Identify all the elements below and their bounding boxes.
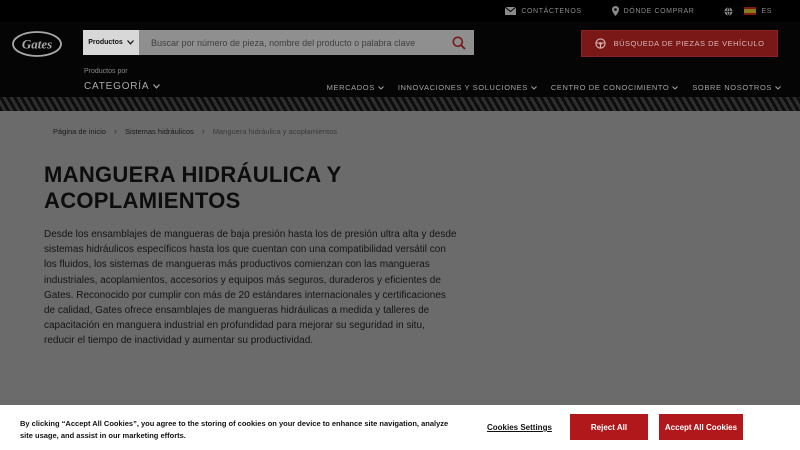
decorative-stripe [0,97,800,111]
nav-label: INNOVACIONES Y SOLUCIONES [397,83,528,92]
accept-all-cookies-button[interactable]: Accept All Cookies [659,414,743,440]
breadcrumb-home[interactable]: Página de inicio [53,127,106,136]
chevron-right-icon: › [113,126,117,136]
chevron-down-icon [672,85,679,90]
logo-text: Gates [22,37,52,52]
language-label: ES [761,7,772,15]
steering-wheel-icon [594,38,606,49]
where-to-buy-label: DÓNDE COMPRAR [623,7,695,15]
vehicle-parts-search-button[interactable]: BÚSQUEDA DE PIEZAS DE VEHÍCULO [581,30,778,57]
chevron-down-icon [377,85,384,90]
chevron-right-icon: › [201,126,205,136]
category-menu[interactable]: CATEGORÍA [84,81,161,92]
breadcrumb-current: Manguera hidráulica y acoplamientos [212,126,337,136]
reject-all-button[interactable]: Reject All [570,414,648,440]
nav-item-markets[interactable]: MERCADOS [327,83,384,92]
nav-label: SOBRE NOSOTROS [692,83,772,92]
gates-logo[interactable]: Gates [11,30,63,58]
search-category-dropdown[interactable]: Productos [83,30,139,55]
location-pin-icon [611,6,619,16]
nav-item-knowledge-center[interactable]: CENTRO DE CONOCIMIENTO [550,83,679,92]
nav-label: MERCADOS [326,83,375,92]
chevron-down-icon [126,40,134,45]
spain-flag-icon [744,7,757,15]
search-icon [452,36,466,50]
utility-bar: CONTÁCTENOS DÓNDE COMPRAR ES [0,0,800,22]
cookie-settings-link[interactable]: Cookies Settings [487,423,552,432]
nav-item-about-us[interactable]: SOBRE NOSOTROS [692,83,781,92]
cookie-text: By clicking “Accept All Cookies”, you ag… [20,419,449,440]
breadcrumb: Página de inicio › Sistemas hidráulicos … [53,126,337,136]
products-by-label: Productos por [84,68,128,75]
nav-item-innovations[interactable]: INNOVACIONES Y SOLUCIONES [398,83,537,92]
contact-label: CONTÁCTENOS [521,7,582,15]
search-category-label: Productos [88,39,123,46]
chevron-down-icon [153,84,161,89]
page-description: Desde los ensamblajes de mangueras de ba… [44,229,457,347]
envelope-icon [505,7,517,15]
globe-icon [724,6,733,16]
chevron-down-icon [530,85,537,90]
chevron-down-icon [775,85,781,90]
search-button[interactable] [444,30,474,55]
search-bar: Productos [83,30,474,55]
main-nav: MERCADOS INNOVACIONES Y SOLUCIONES CENTR… [327,83,781,92]
category-label: CATEGORÍA [84,81,150,92]
nav-label: CENTRO DE CONOCIMIENTO [550,83,670,92]
search-input[interactable] [139,30,444,55]
site-header: Gates Productos BÚSQUEDA DE PIEZAS DE VE… [0,22,800,97]
cookie-banner: By clicking “Accept All Cookies”, you ag… [0,405,800,450]
language-selector[interactable]: ES [724,6,772,16]
where-to-buy-link[interactable]: DÓNDE COMPRAR [611,6,695,16]
breadcrumb-parent[interactable]: Sistemas hidráulicos [125,127,194,136]
page-title: MANGUERA HIDRÁULICA Y ACOPLAMIENTOS [44,162,342,213]
contact-link[interactable]: CONTÁCTENOS [505,7,581,15]
vehicle-parts-label: BÚSQUEDA DE PIEZAS DE VEHÍCULO [613,39,765,48]
